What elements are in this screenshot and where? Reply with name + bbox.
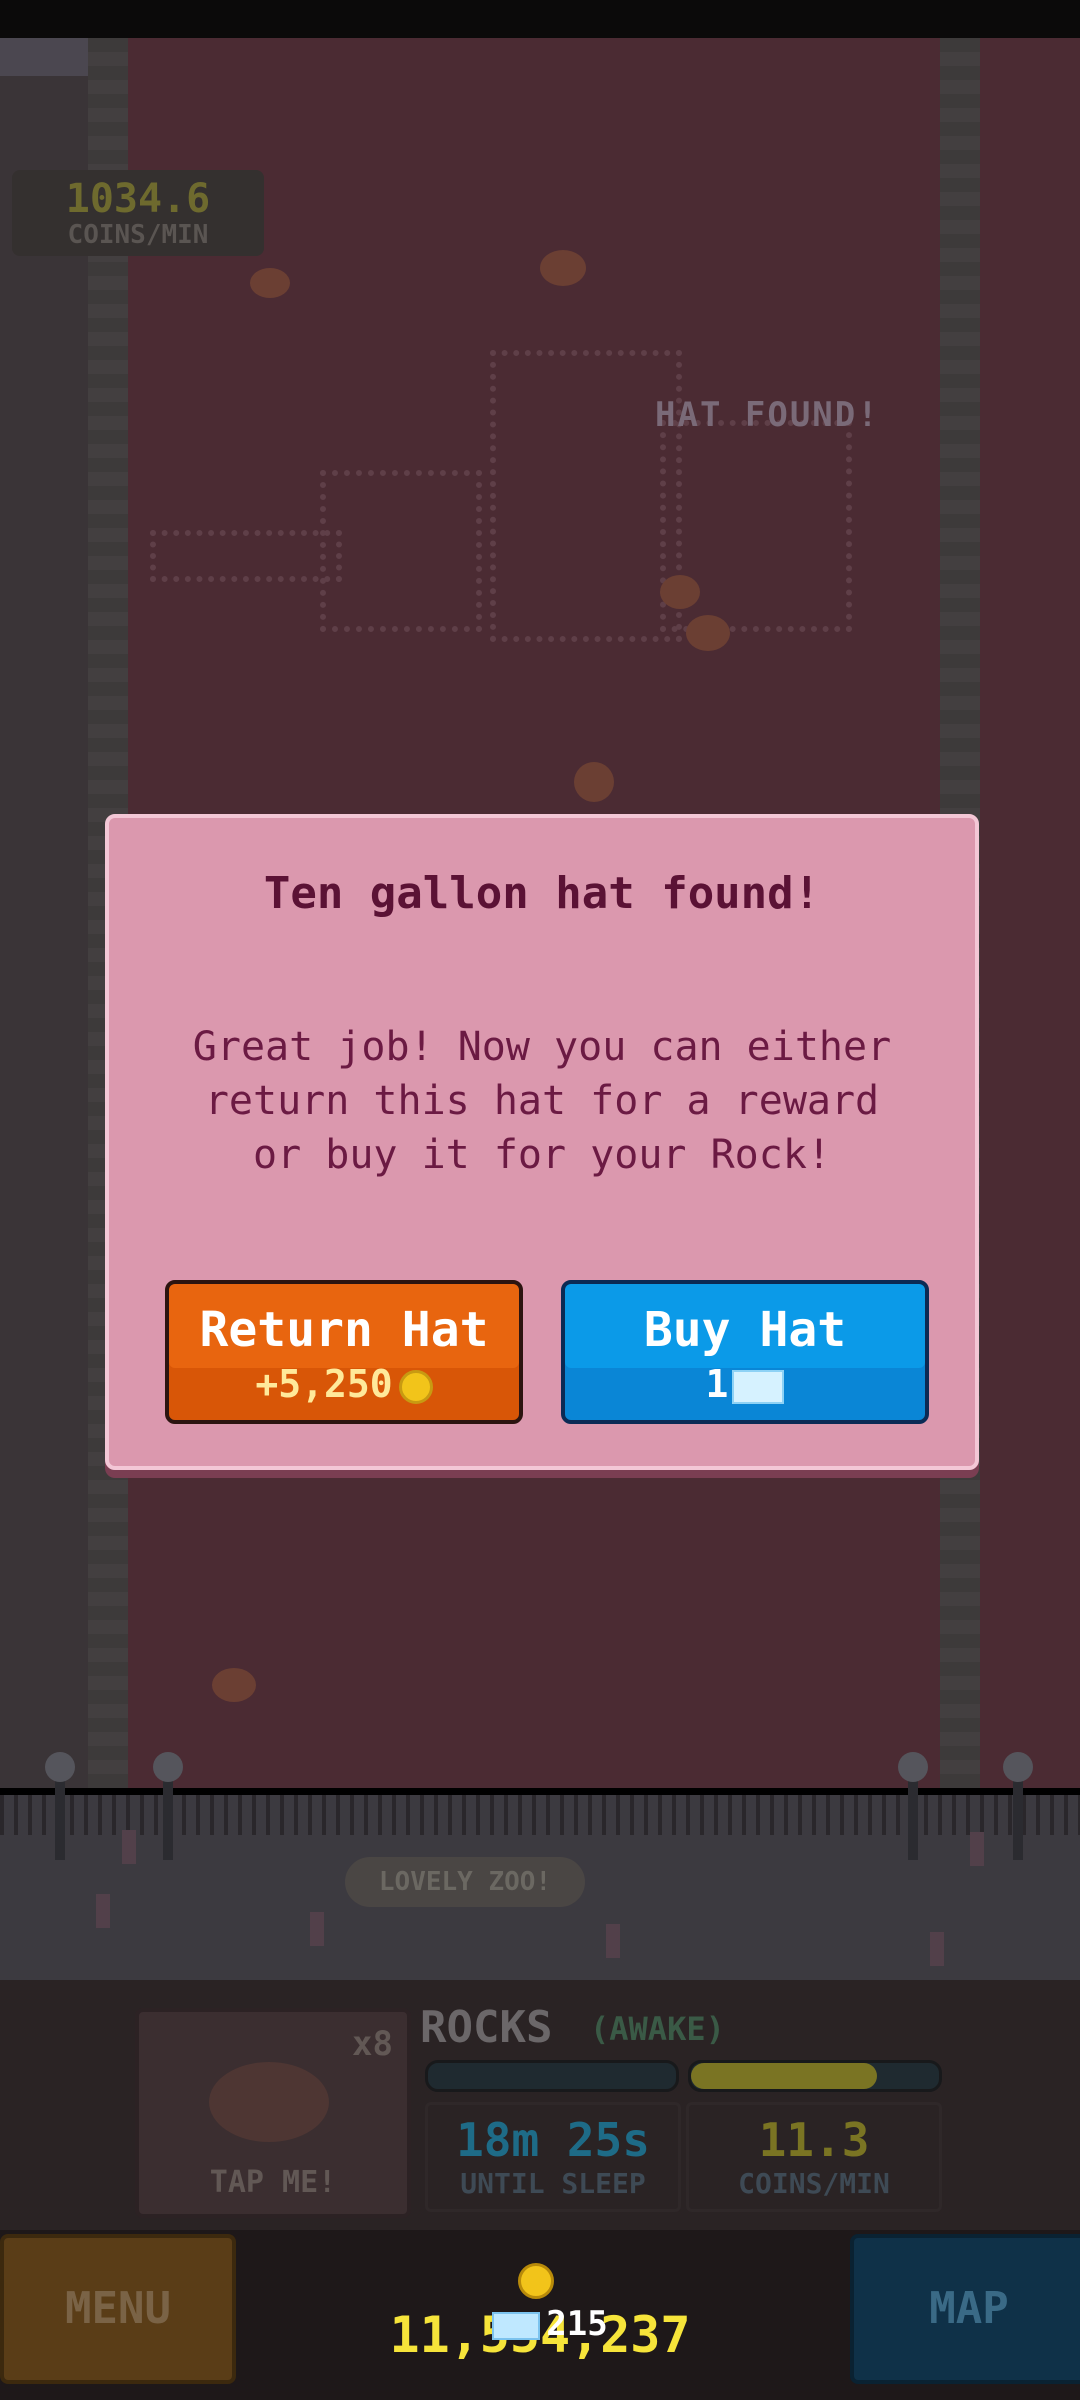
rock-multiplier: x8 xyxy=(352,2024,393,2064)
buy-hat-cost: 1 xyxy=(565,1362,925,1406)
coins-per-min-stat: 11.3 COINS/MIN xyxy=(686,2102,942,2212)
tap-me-label: TAP ME! xyxy=(209,2165,337,2200)
progress-bar xyxy=(688,2060,942,2092)
coin-rate-box: 1034.6 COINS/MIN xyxy=(12,170,264,256)
gem-icon xyxy=(732,1369,785,1404)
tap-me-card[interactable]: x8 TAP ME! xyxy=(135,2008,411,2218)
coin-icon xyxy=(398,1369,433,1404)
visitor xyxy=(310,1912,324,1946)
rock xyxy=(250,268,290,298)
coin-icon xyxy=(518,2262,554,2299)
buy-hat-cost-value: 1 xyxy=(705,1362,729,1406)
rocks-state: (AWAKE) xyxy=(590,2010,725,2048)
hat-found-banner: HAT FOUND! xyxy=(655,395,880,435)
visitor xyxy=(930,1932,944,1966)
gem-icon xyxy=(492,2311,541,2340)
visitor xyxy=(970,1832,984,1866)
buy-hat-label: Buy Hat xyxy=(643,1302,847,1358)
status-bar xyxy=(0,0,1080,38)
coin-rate-label: COINS/MIN xyxy=(67,220,209,250)
rock xyxy=(686,615,730,651)
rock xyxy=(540,250,586,286)
return-hat-button[interactable]: Return Hat +5,250 xyxy=(165,1280,523,1424)
rock-trail xyxy=(150,530,342,582)
visitor xyxy=(122,1830,136,1864)
return-hat-label: Return Hat xyxy=(199,1302,489,1358)
lovely-zoo-badge: LOVELY ZOO! xyxy=(345,1857,585,1907)
rock-trail xyxy=(490,350,682,642)
rock xyxy=(660,575,700,609)
street-lamp xyxy=(1003,1752,1033,1860)
visitor xyxy=(606,1924,620,1958)
until-sleep-stat: 18m 25s UNTIL SLEEP xyxy=(425,2102,681,2212)
return-hat-reward: +5,250 xyxy=(169,1362,519,1406)
fence xyxy=(0,1795,1080,1835)
until-sleep-label: UNTIL SLEEP xyxy=(460,2167,646,2200)
map-button[interactable]: MAP xyxy=(850,2234,1080,2384)
sleep-bar xyxy=(425,2060,679,2092)
progress-bar-fill xyxy=(691,2063,877,2089)
rock-trail xyxy=(320,470,482,632)
rocks-title: ROCKS xyxy=(420,2002,553,2053)
coins-per-min-value: 11.3 xyxy=(758,2113,870,2167)
hat-found-dialog: Ten gallon hat found! Great job! Now you… xyxy=(105,814,979,1470)
dialog-title: Ten gallon hat found! xyxy=(263,868,821,919)
dialog-message: Great job! Now you can either return thi… xyxy=(192,1024,892,1178)
street-lamp xyxy=(898,1752,928,1860)
buy-hat-button[interactable]: Buy Hat 1 xyxy=(561,1280,929,1424)
coins-per-min-label: COINS/MIN xyxy=(738,2167,890,2200)
coin-rate-value: 1034.6 xyxy=(65,176,211,222)
menu-button[interactable]: MENU xyxy=(0,2234,236,2384)
rock xyxy=(212,1668,256,1702)
gem-total-value: 215 xyxy=(546,2304,608,2344)
rock-icon xyxy=(209,2062,329,2142)
rock xyxy=(574,762,614,802)
gem-total: 215 xyxy=(470,2304,630,2344)
until-sleep-value: 18m 25s xyxy=(456,2113,650,2167)
visitor xyxy=(96,1894,110,1928)
game-screen: 1034.6 COINS/MIN HAT FOUND! LOVELY ZOO! … xyxy=(0,0,1080,2400)
street-lamp xyxy=(153,1752,183,1860)
return-hat-reward-value: +5,250 xyxy=(255,1362,393,1406)
street-lamp xyxy=(45,1752,75,1860)
